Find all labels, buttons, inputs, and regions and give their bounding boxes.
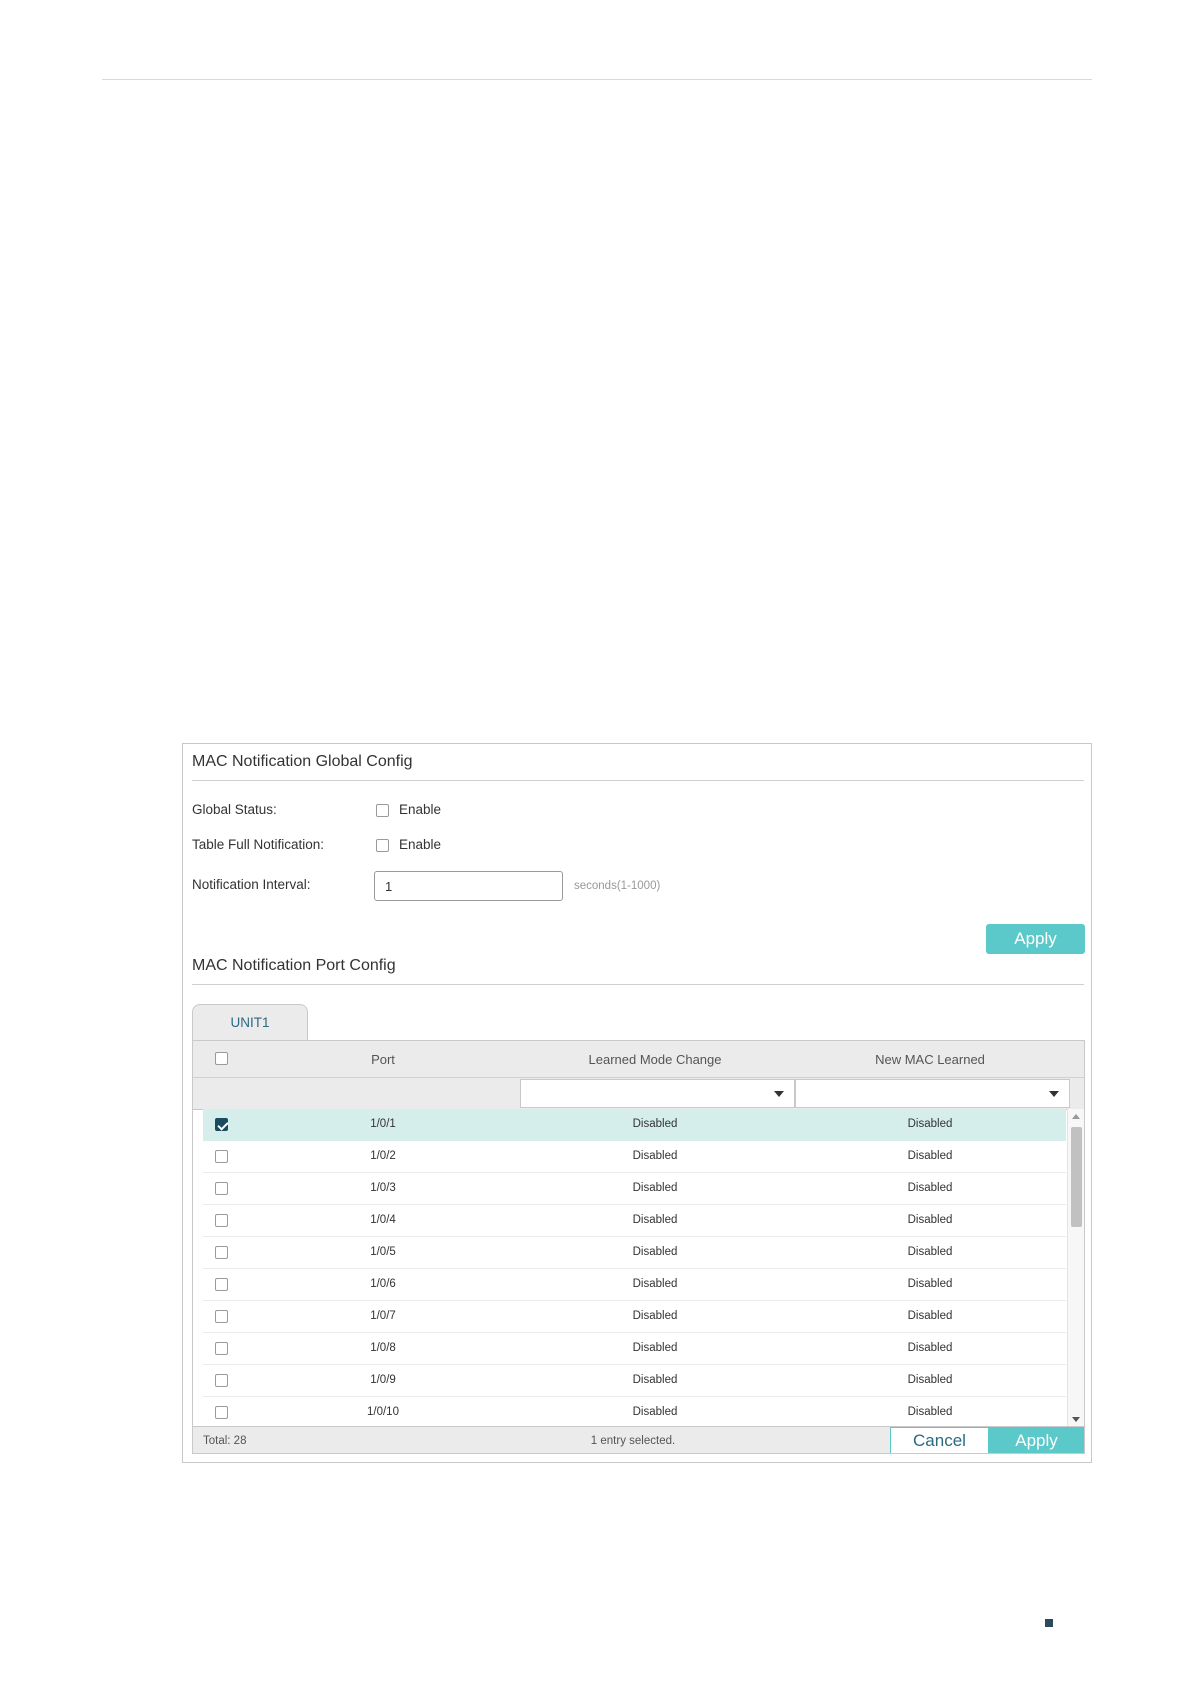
learned-mode-cell: Disabled [632, 1214, 678, 1226]
row-checkbox[interactable] [215, 1406, 228, 1419]
new-mac-cell: Disabled [907, 1150, 953, 1162]
table-row[interactable]: 1/0/10 Disabled Disabled [203, 1397, 1066, 1427]
select-all-checkbox[interactable] [215, 1052, 228, 1065]
table-full-checkbox[interactable] [376, 839, 389, 852]
port-cell: 1/0/5 [370, 1246, 396, 1258]
row-checkbox[interactable] [215, 1374, 228, 1387]
learned-mode-cell: Disabled [632, 1342, 678, 1354]
new-mac-cell: Disabled [907, 1342, 953, 1354]
new-mac-cell: Disabled [907, 1214, 953, 1226]
port-cell: 1/0/4 [370, 1214, 396, 1226]
port-cell: 1/0/1 [370, 1118, 396, 1130]
learned-mode-cell: Disabled [632, 1118, 678, 1130]
learned-mode-cell: Disabled [632, 1182, 678, 1194]
total-count: Total: 28 [203, 1435, 247, 1447]
learned-mode-cell: Disabled [632, 1150, 678, 1162]
table-row[interactable]: 1/0/5 Disabled Disabled [203, 1237, 1066, 1269]
row-checkbox[interactable] [215, 1310, 228, 1323]
new-mac-cell: Disabled [907, 1118, 953, 1130]
port-cell: 1/0/3 [370, 1182, 396, 1194]
row-checkbox[interactable] [215, 1150, 228, 1163]
page-header-rule [102, 79, 1092, 80]
learned-mode-cell: Disabled [632, 1374, 678, 1386]
global-config-title: MAC Notification Global Config [192, 753, 413, 770]
page-marker [1045, 1619, 1053, 1627]
tab-unit1[interactable]: UNIT1 [192, 1004, 308, 1040]
new-mac-cell: Disabled [907, 1278, 953, 1290]
new-mac-filter-dropdown[interactable] [795, 1079, 1070, 1108]
port-cell: 1/0/2 [370, 1150, 396, 1162]
row-checkbox[interactable] [215, 1278, 228, 1291]
scroll-up-arrow-icon[interactable] [1072, 1114, 1080, 1119]
new-mac-cell: Disabled [907, 1374, 953, 1386]
mac-notification-panel: MAC Notification Global Config Global St… [182, 743, 1092, 1463]
column-header-learned-mode-change[interactable]: Learned Mode Change [525, 1052, 785, 1067]
cancel-button[interactable]: Cancel [890, 1427, 989, 1453]
learned-mode-cell: Disabled [632, 1310, 678, 1322]
global-status-checkbox[interactable] [376, 804, 389, 817]
new-mac-cell: Disabled [907, 1246, 953, 1258]
table-row[interactable]: 1/0/8 Disabled Disabled [203, 1333, 1066, 1365]
row-checkbox[interactable] [215, 1246, 228, 1259]
chevron-down-icon [774, 1091, 784, 1097]
table-footer: Total: 28 1 entry selected. Cancel Apply [193, 1426, 1084, 1453]
global-status-enable-label[interactable]: Enable [399, 802, 441, 817]
global-apply-button[interactable]: Apply [986, 924, 1085, 954]
learned-mode-filter-dropdown[interactable] [520, 1079, 795, 1108]
global-status-label: Global Status: [192, 802, 277, 817]
row-checkbox[interactable] [215, 1118, 228, 1131]
row-checkbox[interactable] [215, 1342, 228, 1355]
table-row[interactable]: 1/0/3 Disabled Disabled [203, 1173, 1066, 1205]
port-config-divider [192, 984, 1084, 985]
port-apply-button[interactable]: Apply [989, 1427, 1084, 1453]
table-row[interactable]: 1/0/2 Disabled Disabled [203, 1141, 1066, 1173]
port-cell: 1/0/9 [370, 1374, 396, 1386]
selection-status: 1 entry selected. [590, 1435, 676, 1447]
global-config-divider [192, 780, 1084, 781]
scrollbar-thumb[interactable] [1071, 1127, 1082, 1227]
new-mac-cell: Disabled [907, 1182, 953, 1194]
learned-mode-cell: Disabled [632, 1406, 678, 1418]
notification-interval-label: Notification Interval: [192, 877, 311, 892]
column-header-new-mac-learned[interactable]: New MAC Learned [800, 1052, 1060, 1067]
table-row[interactable]: 1/0/4 Disabled Disabled [203, 1205, 1066, 1237]
table-row[interactable]: 1/0/1 Disabled Disabled [203, 1109, 1066, 1141]
column-header-port[interactable]: Port [303, 1052, 463, 1067]
port-table: Port Learned Mode Change New MAC Learned… [192, 1040, 1085, 1454]
port-cell: 1/0/10 [367, 1406, 399, 1418]
new-mac-cell: Disabled [907, 1406, 953, 1418]
port-config-title: MAC Notification Port Config [192, 957, 396, 974]
row-checkbox[interactable] [215, 1214, 228, 1227]
new-mac-cell: Disabled [907, 1310, 953, 1322]
table-full-enable-label[interactable]: Enable [399, 837, 441, 852]
filter-row [193, 1078, 1084, 1110]
table-header: Port Learned Mode Change New MAC Learned [193, 1041, 1084, 1078]
notification-interval-input[interactable] [374, 871, 563, 901]
learned-mode-cell: Disabled [632, 1278, 678, 1290]
scroll-down-arrow-icon[interactable] [1072, 1417, 1080, 1422]
learned-mode-cell: Disabled [632, 1246, 678, 1258]
interval-hint: seconds(1-1000) [574, 880, 661, 892]
table-row[interactable]: 1/0/7 Disabled Disabled [203, 1301, 1066, 1333]
port-cell: 1/0/8 [370, 1342, 396, 1354]
table-scrollbar[interactable] [1067, 1109, 1084, 1427]
chevron-down-icon [1049, 1091, 1059, 1097]
table-body: 1/0/1 Disabled Disabled 1/0/2 Disabled D… [193, 1109, 1067, 1427]
table-full-label: Table Full Notification: [192, 837, 325, 852]
port-cell: 1/0/7 [370, 1310, 396, 1322]
table-row[interactable]: 1/0/6 Disabled Disabled [203, 1269, 1066, 1301]
table-row[interactable]: 1/0/9 Disabled Disabled [203, 1365, 1066, 1397]
port-cell: 1/0/6 [370, 1278, 396, 1290]
row-checkbox[interactable] [215, 1182, 228, 1195]
